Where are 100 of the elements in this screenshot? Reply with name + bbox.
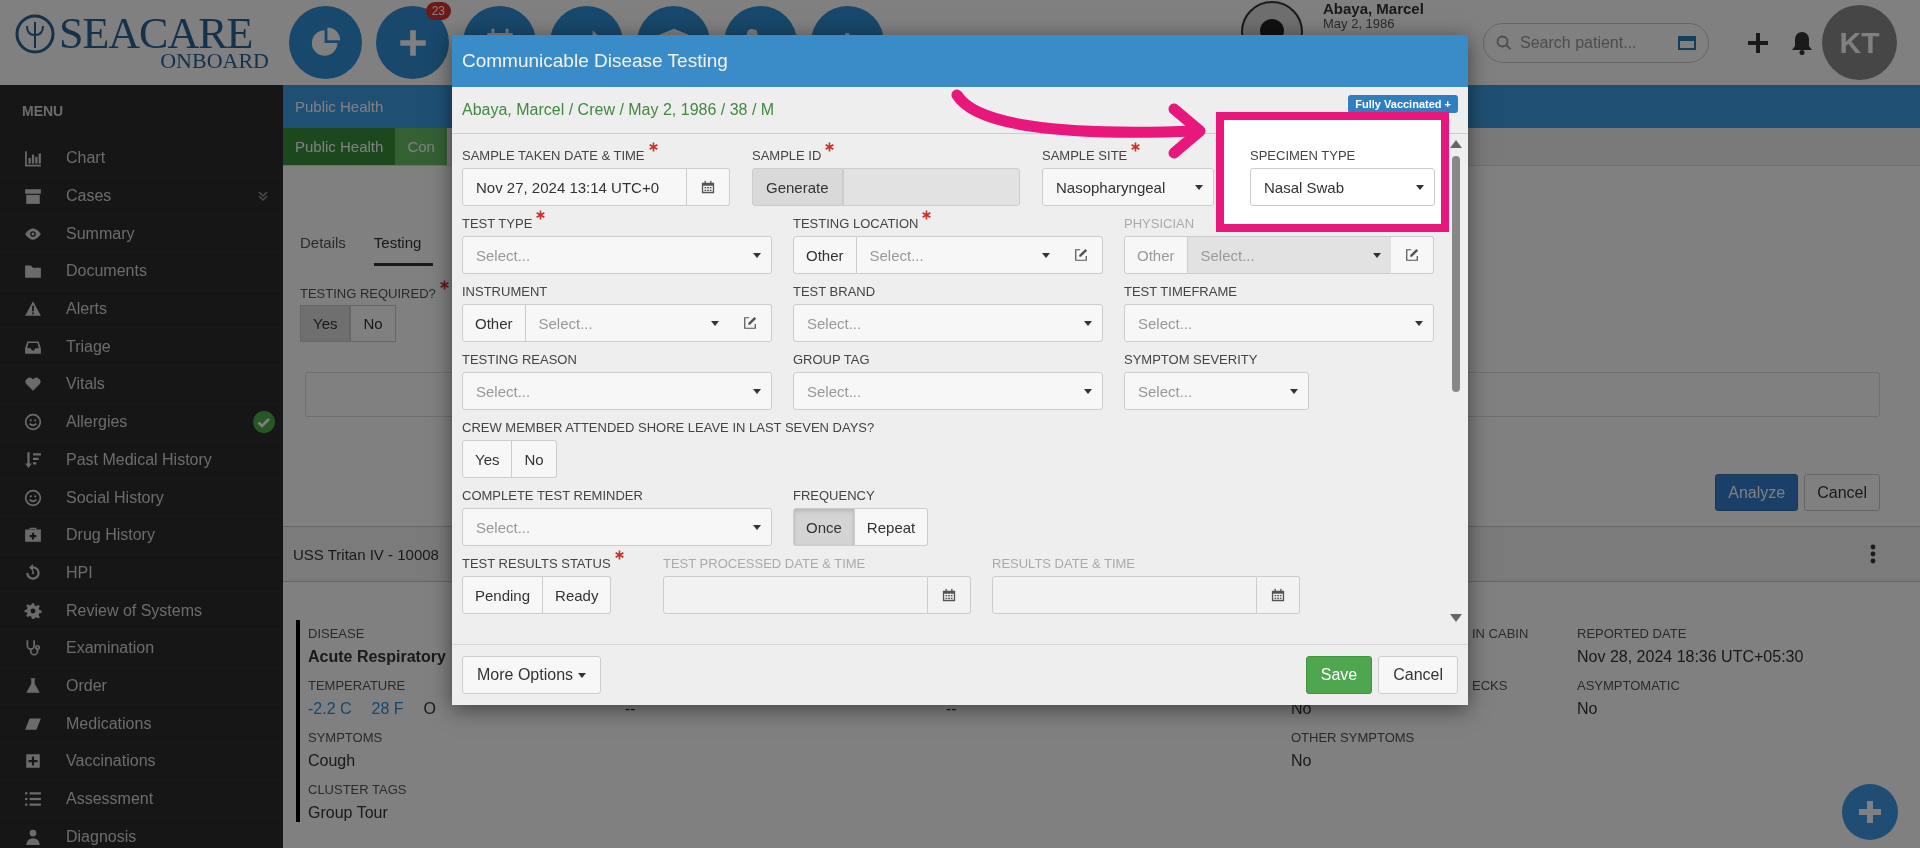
toggle-button[interactable]: Ready: [543, 576, 612, 614]
edit-button[interactable]: [729, 304, 772, 342]
tab[interactable]: Con: [395, 128, 447, 165]
detail-value: Nov 28, 2024 18:36 UTC+05:30: [1577, 648, 1805, 666]
menu-item[interactable]: Review of Systems: [0, 592, 283, 630]
menu-item[interactable]: Allergies: [0, 403, 283, 442]
menu-item[interactable]: Documents: [0, 253, 283, 291]
menu-item[interactable]: Triage: [0, 328, 283, 367]
menu-item[interactable]: Cases: [0, 177, 283, 216]
caret-icon: [1290, 388, 1298, 394]
field-label: RESULTS DATE & TIME: [992, 556, 1136, 571]
toggle-button[interactable]: No: [512, 440, 557, 478]
select-field[interactable]: Select...: [462, 508, 772, 546]
field-label: INSTRUMENT: [462, 284, 548, 299]
select-field[interactable]: Select...: [462, 372, 772, 410]
add-button[interactable]: [1842, 784, 1898, 840]
other-button[interactable]: Other: [793, 236, 857, 274]
field-label: TESTING LOCATION: [793, 216, 919, 231]
field-label: PHYSICIAN: [1124, 216, 1195, 231]
caret-icon: [578, 672, 587, 678]
caret-icon: [753, 252, 761, 258]
folder-icon: [24, 262, 42, 281]
bar-chart-icon: [24, 149, 42, 168]
calendar-button[interactable]: [928, 576, 971, 614]
save-button[interactable]: Save: [1305, 656, 1373, 694]
field-label: CREW MEMBER ATTENDED SHORE LEAVE IN LAST SEVEN DAYS?: [462, 420, 875, 435]
card-icon: [1678, 35, 1696, 50]
menu-item[interactable]: HPI: [0, 554, 283, 593]
edit-button[interactable]: [1060, 236, 1103, 274]
temperature-link[interactable]: 28 F: [371, 700, 404, 718]
calendar-button[interactable]: [687, 168, 730, 206]
menu-item[interactable]: Chart: [0, 140, 283, 178]
detail-label: ASYMPTOMATIC: [1577, 678, 1681, 694]
toggle-button[interactable]: Once: [793, 508, 855, 546]
numbered-list-icon: [24, 790, 42, 809]
field-label: TEST PROCESSED DATE & TIME: [663, 556, 866, 571]
field-label: SYMPTOM SEVERITY: [1124, 352, 1258, 367]
menu-item[interactable]: Examination: [0, 629, 283, 668]
archive-box-icon: [24, 187, 42, 206]
plus-icon: [1747, 31, 1769, 54]
select-field[interactable]: Select...: [525, 304, 729, 342]
select-field[interactable]: Select...: [856, 236, 1060, 274]
toggle-button[interactable]: Pending: [462, 576, 544, 614]
field-label: FREQUENCY: [793, 488, 875, 503]
other-button[interactable]: Other: [462, 304, 526, 342]
datetime-field[interactable]: [992, 576, 1257, 614]
detail-label: OTHER SYMPTOMS: [1291, 730, 1416, 746]
menu-item[interactable]: Alerts: [0, 290, 283, 329]
select-field[interactable]: Select...: [1124, 372, 1309, 410]
caret-icon: [1415, 320, 1423, 326]
toggle-button[interactable]: Repeat: [854, 508, 929, 546]
patient-dob: May 2, 1986: [1323, 17, 1396, 31]
edit-icon: [743, 316, 757, 330]
select-field[interactable]: Select...: [793, 372, 1103, 410]
analyze-button[interactable]: Analyze: [1715, 474, 1799, 511]
search-icon: [1496, 34, 1512, 51]
smiley-icon: [24, 413, 42, 432]
generate-button[interactable]: Generate: [752, 168, 843, 206]
menu-item[interactable]: Social History: [0, 479, 283, 517]
smiley-icon: [24, 488, 42, 507]
calendar-button[interactable]: [1257, 576, 1300, 614]
datetime-field[interactable]: [663, 576, 928, 614]
select-field[interactable]: Select...: [1124, 304, 1434, 342]
detail-label: IN CABIN: [1472, 626, 1530, 642]
select-field[interactable]: Nasopharyngeal: [1042, 168, 1214, 206]
caret-icon: [1373, 252, 1381, 258]
cancel-button[interactable]: Cancel: [1378, 656, 1458, 694]
menu-item[interactable]: Vitals: [0, 366, 283, 404]
field-label: COMPLETE TEST REMINDER: [462, 488, 643, 503]
select-field[interactable]: Nasal Swab: [1250, 168, 1435, 206]
tab[interactable]: Details: [300, 224, 358, 266]
logo-subtitle: ONBOARD: [160, 49, 269, 72]
dialog-title: Communicable Disease Testing: [452, 35, 1468, 87]
detail-label: REPORTED DATE: [1577, 626, 1688, 642]
edit-button[interactable]: [1391, 236, 1434, 274]
edit-icon: [1074, 248, 1088, 262]
menu-item[interactable]: Drug History: [0, 516, 283, 555]
cancel-button[interactable]: Cancel: [1804, 474, 1880, 511]
menu-item[interactable]: Vaccinations: [0, 743, 283, 781]
toggle-button[interactable]: No: [350, 305, 396, 342]
tab[interactable]: Public Health: [283, 128, 396, 165]
select-field[interactable]: Select...: [793, 304, 1103, 342]
gear-icon: [24, 601, 42, 620]
toggle-button[interactable]: Yes: [300, 305, 351, 342]
edit-icon: [1405, 248, 1419, 262]
menu-item[interactable]: Past Medical History: [0, 441, 283, 480]
menu-item[interactable]: Medications: [0, 705, 283, 743]
toggle-button[interactable]: Yes: [462, 440, 513, 478]
field-label: TEST TYPE: [462, 216, 533, 231]
more-options-button[interactable]: More Options: [462, 656, 602, 694]
temperature-link[interactable]: -2.2 C: [308, 700, 352, 718]
menu-item[interactable]: Summary: [0, 215, 283, 254]
caret-icon: [1084, 320, 1092, 326]
menu-item[interactable]: Assessment: [0, 780, 283, 819]
menu-item[interactable]: Order: [0, 667, 283, 706]
detail-value: No: [1577, 700, 1599, 718]
datetime-field[interactable]: Nov 27, 2024 13:14 UTC+0: [462, 168, 687, 206]
select-field[interactable]: Select...: [462, 236, 772, 274]
tab[interactable]: Testing: [373, 224, 434, 266]
vaccination-badge: Fully Vaccinated +: [1348, 95, 1458, 113]
